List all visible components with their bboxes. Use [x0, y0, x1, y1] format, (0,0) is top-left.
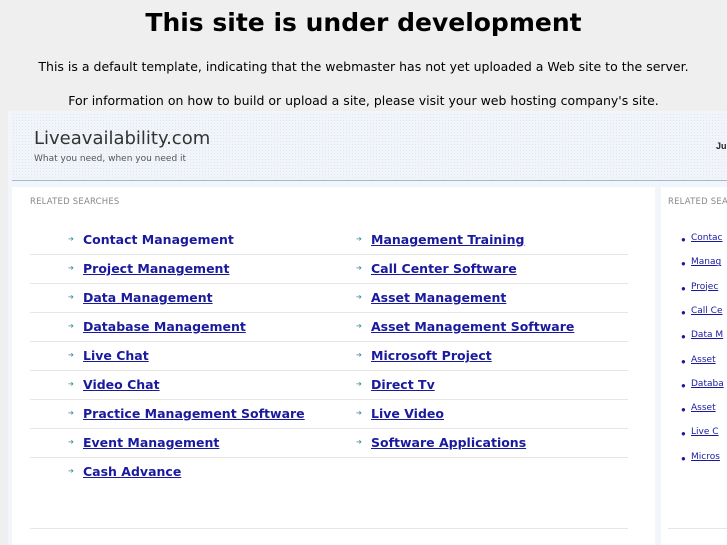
related-search-row: ➔ Practice Management Software	[30, 400, 320, 429]
bullet-icon: ●	[681, 405, 686, 415]
side-link-row: ● Databa	[661, 374, 727, 398]
arrow-right-icon: ➔	[68, 236, 74, 243]
site-header: Liveavailability.com What you need, when…	[12, 113, 727, 181]
bullet-icon: ●	[681, 380, 686, 390]
bullet-icon: ●	[681, 453, 686, 463]
related-search-row: ➔ Project Management	[30, 255, 320, 284]
notice-line-2: For information on how to build or uploa…	[68, 93, 659, 108]
related-search-link[interactable]: Software Applications	[371, 435, 526, 450]
related-search-row: ➔ Data Management	[30, 284, 320, 313]
arrow-right-icon: ➔	[68, 352, 74, 359]
side-related-link[interactable]: Asset	[691, 355, 716, 365]
arrow-right-icon: ➔	[356, 352, 362, 359]
related-searches-title: RELATED SEARCHES	[30, 197, 120, 207]
side-related-link[interactable]: Projec	[691, 282, 718, 292]
side-link-row: ● Live C	[661, 422, 727, 446]
arrow-right-icon: ➔	[356, 381, 362, 388]
bullet-icon: ●	[681, 429, 686, 439]
bullet-icon: ●	[681, 356, 686, 366]
site-tagline: What you need, when you need it	[34, 154, 187, 164]
related-search-link[interactable]: Call Center Software	[371, 261, 517, 276]
arrow-right-icon: ➔	[68, 323, 74, 330]
side-link-row: ● Micros	[661, 447, 727, 471]
related-search-row: ➔ Call Center Software	[318, 255, 628, 284]
related-searches-panel: RELATED SEARCHES ➔ Contact Management ➔ Pro…	[12, 187, 655, 545]
side-related-link[interactable]: Micros	[691, 452, 720, 462]
parked-page-frame: Liveavailability.com What you need, when…	[8, 111, 727, 545]
arrow-right-icon: ➔	[68, 439, 74, 446]
bullet-icon: ●	[681, 332, 686, 342]
arrow-right-icon: ➔	[68, 265, 74, 272]
arrow-right-icon: ➔	[356, 323, 362, 330]
panel-divider	[30, 528, 628, 529]
arrow-right-icon: ➔	[356, 236, 362, 243]
related-search-link[interactable]: Microsoft Project	[371, 348, 492, 363]
related-search-link[interactable]: Database Management	[83, 319, 246, 334]
side-link-row: ● Projec	[661, 277, 727, 301]
bullet-icon: ●	[681, 283, 686, 293]
side-related-link[interactable]: Databa	[691, 379, 724, 389]
side-link-row: ● Data M	[661, 325, 727, 349]
related-search-row: ➔ Management Training	[318, 226, 628, 255]
related-search-row: ➔ Asset Management Software	[318, 313, 628, 342]
related-search-row: ➔ Software Applications	[318, 429, 628, 458]
related-search-row: ➔ Video Chat	[30, 371, 320, 400]
arrow-right-icon: ➔	[68, 294, 74, 301]
related-search-link[interactable]: Asset Management Software	[371, 319, 574, 334]
arrow-right-icon: ➔	[356, 439, 362, 446]
arrow-right-icon: ➔	[356, 265, 362, 272]
side-related-searches-panel: RELATED SEA ● Contac ● Manag ● Projec ● Call Ce…	[661, 187, 727, 545]
related-search-link[interactable]: Practice Management Software	[83, 406, 305, 421]
related-search-link[interactable]: Asset Management	[371, 290, 506, 305]
side-related-link[interactable]: Manag	[691, 257, 721, 267]
related-search-row: ➔ Database Management	[30, 313, 320, 342]
side-panel-divider	[668, 528, 727, 529]
related-search-row: ➔ Asset Management	[318, 284, 628, 313]
bullet-icon: ●	[681, 259, 686, 269]
related-search-link[interactable]: Direct Tv	[371, 377, 435, 392]
related-search-link[interactable]: Project Management	[83, 261, 229, 276]
side-link-row: ● Asset	[661, 350, 727, 374]
side-link-row: ● Contac	[661, 228, 727, 252]
related-search-row: ➔ Direct Tv	[318, 371, 628, 400]
side-link-row: ● Manag	[661, 252, 727, 276]
related-search-row: ➔ Microsoft Project	[318, 342, 628, 371]
related-search-row: ➔ Contact Management	[30, 226, 320, 255]
related-search-link[interactable]: Live Chat	[83, 348, 149, 363]
related-search-link[interactable]: Data Management	[83, 290, 213, 305]
arrow-right-icon: ➔	[68, 410, 74, 417]
site-name[interactable]: Liveavailability.com	[34, 128, 210, 149]
side-link-row: ● Asset	[661, 398, 727, 422]
related-search-row: ➔ Live Video	[318, 400, 628, 429]
arrow-right-icon: ➔	[68, 468, 74, 475]
side-link-row: ● Call Ce	[661, 301, 727, 325]
side-related-link[interactable]: Contac	[691, 233, 723, 243]
notice-line-1: This is a default template, indicating t…	[38, 59, 689, 74]
arrow-right-icon: ➔	[356, 294, 362, 301]
arrow-right-icon: ➔	[68, 381, 74, 388]
related-search-link[interactable]: Contact Management	[83, 232, 234, 247]
header-right-text: Ju	[716, 141, 727, 151]
related-search-row: ➔ Live Chat	[30, 342, 320, 371]
bullet-icon: ●	[681, 235, 686, 244]
side-related-searches-title: RELATED SEA	[668, 197, 727, 207]
related-search-link[interactable]: Live Video	[371, 406, 444, 421]
side-related-link[interactable]: Live C	[691, 427, 719, 437]
related-search-link[interactable]: Video Chat	[83, 377, 160, 392]
arrow-right-icon: ➔	[356, 410, 362, 417]
related-search-row: ➔ Event Management	[30, 429, 320, 458]
side-related-link[interactable]: Call Ce	[691, 306, 722, 316]
related-search-link[interactable]: Management Training	[371, 232, 524, 247]
side-related-link[interactable]: Data M	[691, 330, 723, 340]
related-search-row: ➔ Cash Advance	[30, 458, 320, 487]
bullet-icon: ●	[681, 307, 686, 317]
side-related-link[interactable]: Asset	[691, 403, 716, 413]
related-search-link[interactable]: Event Management	[83, 435, 219, 450]
page-title: This site is under development	[145, 8, 582, 37]
related-search-link[interactable]: Cash Advance	[83, 464, 181, 479]
